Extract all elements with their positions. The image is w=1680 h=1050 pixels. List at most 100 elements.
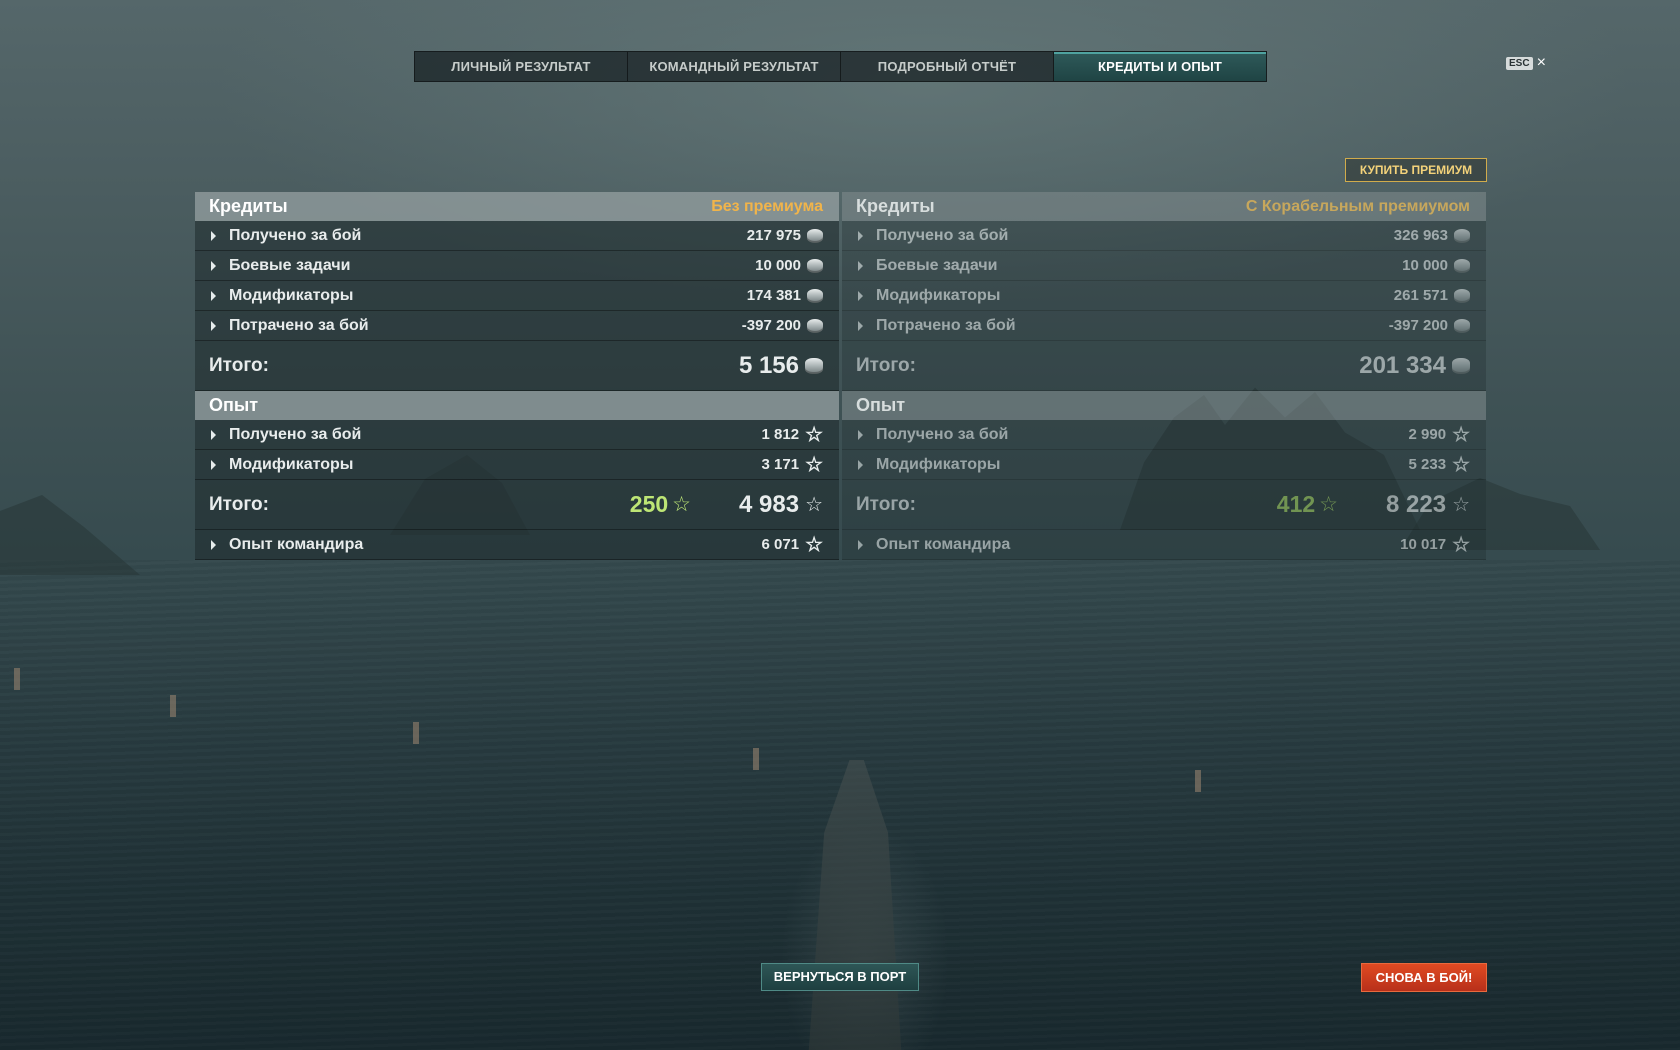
commander-xp-row[interactable]: Опыт командира 6 071 ☆ [195, 530, 839, 560]
credits-row-missions[interactable]: Боевые задачи 10 000 [195, 251, 839, 281]
xp-total-row: Итого: 412 ☆ 8 223 ☆ [842, 480, 1486, 530]
triangle-right-icon [858, 459, 863, 470]
distant-ship [753, 748, 759, 770]
credits-header: Кредиты С Корабельным премиумом [842, 192, 1486, 221]
result-tabs: ЛИЧНЫЙ РЕЗУЛЬТАТ КОМАНДНЫЙ РЕЗУЛЬТАТ ПОД… [414, 51, 1267, 82]
row-label: Опыт командира [876, 536, 1011, 553]
triangle-right-icon [211, 290, 216, 301]
triangle-right-icon [211, 539, 216, 550]
xp-row-earned[interactable]: Получено за бой 2 990 ☆ [842, 420, 1486, 450]
credit-coin-icon [805, 357, 823, 374]
star-icon: ☆ [805, 453, 823, 476]
triangle-right-icon [858, 260, 863, 271]
triangle-right-icon [858, 429, 863, 440]
xp-row-earned[interactable]: Получено за бой 1 812 ☆ [195, 420, 839, 450]
standard-account-panel: Кредиты Без премиума Получено за бой 217… [195, 192, 839, 560]
xp-total-value: 8 223 [1386, 490, 1447, 518]
row-label: Боевые задачи [876, 257, 998, 274]
tab-team-result[interactable]: КОМАНДНЫЙ РЕЗУЛЬТАТ [628, 52, 841, 81]
row-label: Модификаторы [876, 456, 1001, 473]
row-label: Боевые задачи [229, 257, 351, 274]
row-value: 326 963 [1393, 227, 1448, 244]
row-value: -397 200 [1388, 317, 1448, 334]
tab-credits-and-xp[interactable]: КРЕДИТЫ И ОПЫТ [1054, 52, 1266, 81]
triangle-right-icon [211, 230, 216, 241]
credit-coin-icon [1452, 357, 1470, 374]
credits-row-spent[interactable]: Потрачено за бой -397 200 [842, 311, 1486, 341]
credit-coin-icon [1454, 288, 1470, 303]
battle-again-button[interactable]: СНОВА В БОЙ! [1361, 963, 1487, 992]
row-label: Потрачено за бой [229, 317, 369, 334]
triangle-right-icon [211, 260, 216, 271]
buy-premium-button[interactable]: КУПИТЬ ПРЕМИУМ [1345, 158, 1487, 182]
star-icon: ☆ [1452, 533, 1470, 556]
close-button[interactable]: ESC × [1506, 55, 1546, 71]
row-label: Модификаторы [876, 287, 1001, 304]
row-label: Модификаторы [229, 456, 354, 473]
row-value: 2 990 [1408, 426, 1447, 443]
distant-ship [14, 668, 20, 690]
tab-personal-result[interactable]: ЛИЧНЫЙ РЕЗУЛЬТАТ [415, 52, 628, 81]
credits-title: Кредиты [856, 196, 935, 216]
row-label: Получено за бой [876, 426, 1009, 443]
triangle-right-icon [211, 429, 216, 440]
credit-coin-icon [807, 258, 823, 273]
row-value: 10 017 [1400, 536, 1447, 553]
island-background [0, 495, 140, 575]
row-label: Получено за бой [876, 227, 1009, 244]
xp-header: Опыт [842, 391, 1486, 420]
triangle-right-icon [211, 459, 216, 470]
total-label: Итого: [209, 493, 269, 515]
row-value: 10 000 [1402, 257, 1448, 274]
triangle-right-icon [858, 320, 863, 331]
star-icon: ☆ [1452, 453, 1470, 476]
credits-title: Кредиты [209, 196, 288, 216]
credits-header: Кредиты Без премиума [195, 192, 839, 221]
xp-row-modifiers[interactable]: Модификаторы 5 233 ☆ [842, 450, 1486, 480]
tab-detailed-report[interactable]: ПОДРОБНЫЙ ОТЧЁТ [841, 52, 1054, 81]
credits-row-missions[interactable]: Боевые задачи 10 000 [842, 251, 1486, 281]
credits-row-earned[interactable]: Получено за бой 217 975 [195, 221, 839, 251]
xp-header: Опыт [195, 391, 839, 420]
credits-row-earned[interactable]: Получено за бой 326 963 [842, 221, 1486, 251]
row-value: 1 812 [761, 426, 800, 443]
star-icon: ☆ [1452, 423, 1470, 446]
row-value: 217 975 [746, 227, 801, 244]
distant-ship [413, 722, 419, 744]
credits-row-modifiers[interactable]: Модификаторы 261 571 [842, 281, 1486, 311]
credits-total-row: Итого: 5 156 [195, 341, 839, 391]
credit-coin-icon [1454, 258, 1470, 273]
account-mode-label: Без премиума [711, 198, 823, 215]
credit-coin-icon [807, 288, 823, 303]
free-xp-star-icon: ☆ [1319, 493, 1338, 516]
credit-coin-icon [807, 228, 823, 243]
total-label: Итого: [856, 493, 916, 515]
premium-account-panel: Кредиты С Корабельным премиумом Получено… [842, 192, 1486, 560]
row-value: 3 171 [761, 456, 800, 473]
triangle-right-icon [858, 539, 863, 550]
credits-row-spent[interactable]: Потрачено за бой -397 200 [195, 311, 839, 341]
star-icon: ☆ [805, 423, 823, 446]
xp-total-value: 4 983 [739, 490, 800, 518]
free-xp-value: 412 [1276, 491, 1316, 517]
star-icon: ☆ [1452, 493, 1470, 516]
xp-title: Опыт [856, 395, 906, 415]
row-label: Получено за бой [229, 426, 362, 443]
triangle-right-icon [211, 320, 216, 331]
total-label: Итого: [209, 354, 269, 376]
star-icon: ☆ [805, 533, 823, 556]
row-label: Потрачено за бой [876, 317, 1016, 334]
row-label: Опыт командира [229, 536, 364, 553]
distant-ship [1195, 770, 1201, 792]
distant-ship [170, 695, 176, 717]
credits-total-row: Итого: 201 334 [842, 341, 1486, 391]
credit-coin-icon [1454, 228, 1470, 243]
free-xp-star-icon: ☆ [672, 493, 691, 516]
row-label: Модификаторы [229, 287, 354, 304]
esc-key-label: ESC [1506, 56, 1533, 70]
xp-row-modifiers[interactable]: Модификаторы 3 171 ☆ [195, 450, 839, 480]
row-value: 5 233 [1408, 456, 1447, 473]
credits-row-modifiers[interactable]: Модификаторы 174 381 [195, 281, 839, 311]
commander-xp-row[interactable]: Опыт командира 10 017 ☆ [842, 530, 1486, 560]
return-to-port-button[interactable]: ВЕРНУТЬСЯ В ПОРТ [761, 963, 919, 991]
